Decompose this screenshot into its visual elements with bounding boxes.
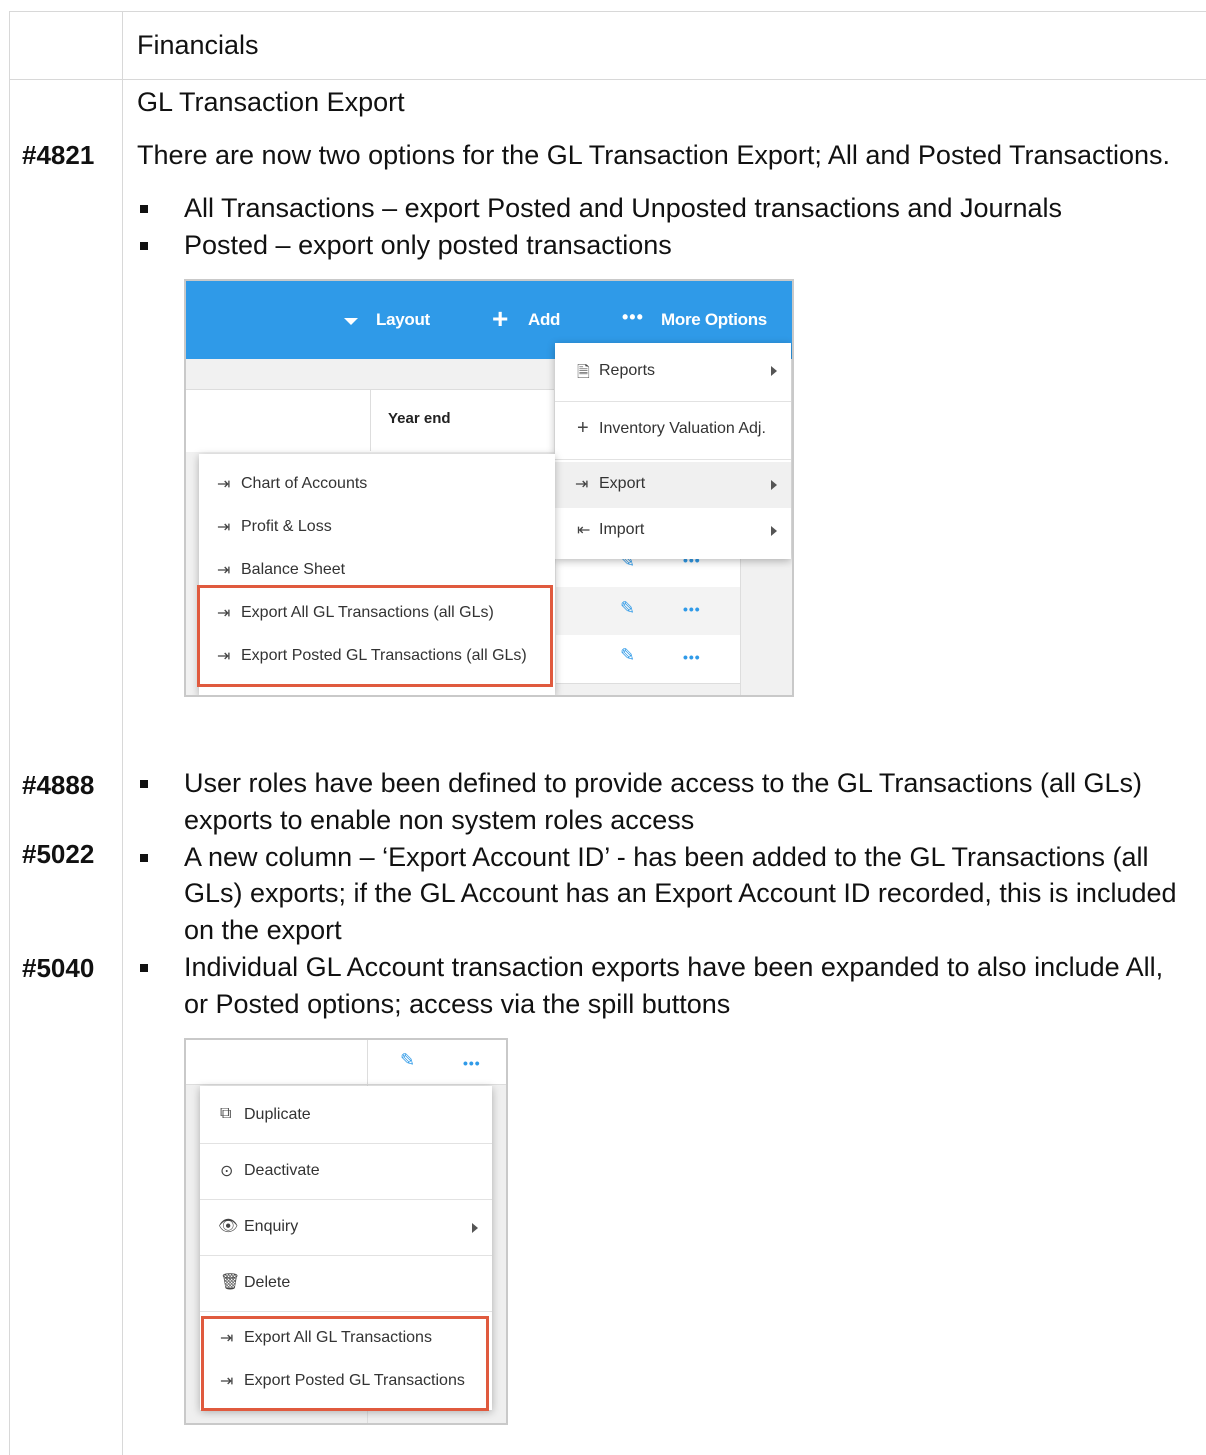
toggle-icon: ⊙ [220,1163,234,1180]
grid-column-line [740,539,741,695]
plus-icon[interactable]: + [492,305,508,333]
menu-divider [555,459,791,460]
grid-header-label: Year end [388,410,451,427]
bullet-marker [140,964,148,972]
menu-item-label: Deactivate [244,1162,320,1179]
menu-item-label: Enquiry [244,1218,299,1235]
grid-row [186,1040,506,1085]
menu-item-label: Delete [244,1274,291,1291]
bullet-text-line: GLs) exports; if the GL Account has an E… [184,878,1177,908]
subsection-title: GL Transaction Export [137,87,405,117]
item-intro: There are now two options for the GL Tra… [137,140,1171,170]
add-button[interactable]: Add [528,310,560,330]
menu-item-label: Duplicate [244,1106,311,1123]
ticket-ref: #5040 [22,953,95,983]
menu-item-label: Export [599,475,646,492]
spill-dots-icon[interactable]: ••• [683,601,701,617]
submenu-item-balance-sheet[interactable]: ⇥ Balance Sheet [199,558,555,584]
menu-divider [555,401,791,402]
grid-column-line [370,389,371,451]
menu-item-export[interactable]: ⇥ Export [555,462,791,508]
table-header-divider [9,79,1206,80]
pencil-icon[interactable]: ✎ [620,598,635,619]
report-icon: 🗎 [577,364,590,381]
spill-menu-screenshot: ✎ ••• ⧉ Duplicate ⊙ Deactivate 👁 Enquiry… [184,1038,508,1425]
bullet-text-line: or Posted options; access via the spill … [184,989,731,1019]
export-icon: ⇥ [217,562,231,579]
highlight-box [197,585,553,687]
ticket-ref: #4821 [22,140,95,170]
menu-item-deactivate[interactable]: ⊙ Deactivate [200,1144,492,1199]
more-dots-icon[interactable]: ••• [622,307,644,328]
duplicate-icon: ⧉ [220,1105,232,1122]
plus-icon: + [577,417,589,439]
layout-button[interactable]: Layout [376,310,430,330]
import-icon: ⇤ [577,522,591,539]
table-column-divider [122,11,123,1455]
export-icon: ⇥ [217,519,231,536]
menu-item-inventory-valuation[interactable]: + Inventory Valuation Adj. [555,403,791,457]
grid-row [556,587,740,636]
chevron-right-icon [771,366,777,376]
spill-dots-icon[interactable]: ••• [683,649,701,665]
export-icon: ⇥ [217,476,231,493]
table-top-border [9,11,1206,12]
menu-item-delete[interactable]: 🗑 Delete [200,1256,492,1311]
chevron-down-icon[interactable] [344,318,358,325]
menu-divider [200,1311,492,1312]
menu-item-enquiry[interactable]: 👁 Enquiry [200,1200,492,1255]
bullet-text-line: Individual GL Account transaction export… [184,952,1164,982]
trash-icon: 🗑 [220,1274,241,1291]
bullet-marker [140,780,148,788]
bullet-marker [140,242,148,250]
pencil-icon[interactable]: ✎ [620,645,635,666]
chevron-right-icon [771,526,777,536]
menu-item-label: Balance Sheet [241,561,346,578]
bullet-text: All Transactions – export Posted and Unp… [184,193,1063,223]
menu-item-label: Profit & Loss [241,518,332,535]
highlight-box [201,1316,489,1411]
spill-dots-icon[interactable]: ••• [463,1055,481,1071]
ticket-ref: #4888 [22,770,95,800]
bullet-text-line: on the export [184,915,342,945]
bullet-text-line: exports to enable non system roles acces… [184,805,695,835]
submenu-item-profit-loss[interactable]: ⇥ Profit & Loss [199,515,555,541]
grid-row [556,635,740,684]
ticket-ref: #5022 [22,839,95,869]
export-icon: ⇥ [575,476,589,493]
bullet-marker [140,854,148,862]
bullet-marker [140,205,148,213]
bullet-text: Posted – export only posted transactions [184,230,672,260]
menu-item-label: Reports [599,362,656,379]
bullet-text-line: User roles have been defined to provide … [184,768,1142,798]
menu-item-label: Inventory Valuation Adj. [599,420,766,437]
submenu-item-chart-of-accounts[interactable]: ⇥ Chart of Accounts [199,472,555,498]
menu-item-reports[interactable]: 🗎 Reports [555,343,791,397]
menu-item-duplicate[interactable]: ⧉ Duplicate [200,1086,492,1142]
chevron-right-icon [771,480,777,490]
more-options-menu: 🗎 Reports + Inventory Valuation Adj. ⇥ E… [555,343,791,559]
bullet-text-line: A new column – ‘Export Account ID’ - has… [184,842,1149,872]
menu-item-label: Chart of Accounts [241,475,368,492]
pencil-icon[interactable]: ✎ [400,1050,415,1071]
section-title: Financials [137,30,259,60]
eye-icon: 👁 [218,1218,239,1235]
export-menu-screenshot: Layout + Add ••• More Options Year end ✎… [184,279,794,697]
chevron-right-icon [472,1223,478,1233]
menu-item-label: Import [599,521,645,538]
menu-item-import[interactable]: ⇤ Import [555,508,791,554]
more-options-button[interactable]: More Options [661,310,767,330]
table-left-border [9,11,10,1455]
